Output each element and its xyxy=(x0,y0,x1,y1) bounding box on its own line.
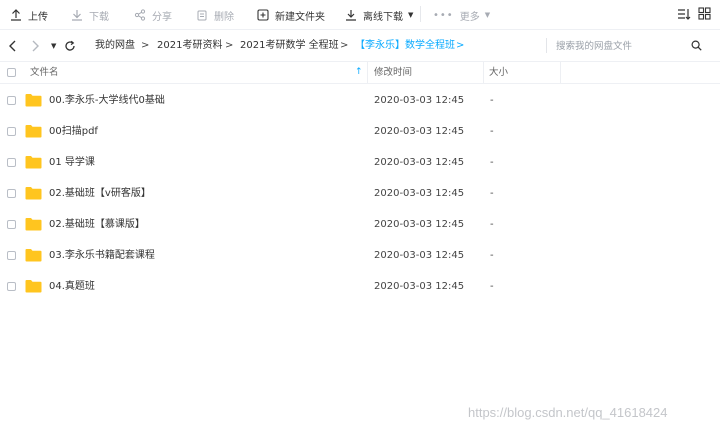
new-folder-label: 新建文件夹 xyxy=(275,11,325,23)
search-divider xyxy=(546,38,547,53)
chevron-down-icon: ▼ xyxy=(408,11,414,19)
more-label: 更多 xyxy=(459,11,480,23)
row-checkbox[interactable] xyxy=(7,220,16,229)
more-icon: ••• xyxy=(433,9,454,21)
file-name[interactable]: 00扫描pdf xyxy=(49,116,98,147)
new-folder-button[interactable]: 新建文件夹 xyxy=(257,0,325,30)
table-row[interactable]: 03.李永乐书籍配套课程 2020-03-03 12:45 - xyxy=(0,240,720,271)
breadcrumb-separator: > xyxy=(340,40,349,51)
download-icon xyxy=(71,9,83,21)
search-input[interactable] xyxy=(554,37,688,55)
file-size: - xyxy=(490,157,494,168)
table-row[interactable]: 02.基础班【v研客版】 2020-03-03 12:45 - xyxy=(0,178,720,209)
more-button[interactable]: ••• 更多 ▼ xyxy=(433,0,490,30)
column-divider[interactable] xyxy=(483,62,484,83)
breadcrumb-current: 【李永乐】数学全程班 xyxy=(355,40,455,51)
column-divider[interactable] xyxy=(367,62,368,83)
file-name[interactable]: 01 导学课 xyxy=(49,147,95,178)
watermark-text: https://blog.csdn.net/qq_41618424 xyxy=(468,405,668,420)
upload-label: 上传 xyxy=(28,11,48,23)
file-name[interactable]: 02.基础班【v研客版】 xyxy=(49,178,151,209)
sort-ascending-icon[interactable]: ↑ xyxy=(355,62,363,83)
folder-icon xyxy=(25,124,42,141)
offline-download-label: 离线下载 xyxy=(363,11,403,23)
table-row[interactable]: 00扫描pdf 2020-03-03 12:45 - xyxy=(0,116,720,147)
file-size: - xyxy=(490,188,494,199)
select-all-checkbox[interactable] xyxy=(7,68,16,77)
toolbar-divider xyxy=(420,6,421,22)
breadcrumb-separator: > xyxy=(141,40,150,51)
row-checkbox[interactable] xyxy=(7,96,16,105)
offline-download-icon xyxy=(345,9,357,21)
file-name[interactable]: 00.李永乐-大学线代0基础 xyxy=(49,85,165,116)
delete-button[interactable]: 删除 xyxy=(196,0,234,30)
file-size: - xyxy=(490,219,494,230)
modified-time: 2020-03-03 12:45 xyxy=(374,95,465,106)
modified-time: 2020-03-03 12:45 xyxy=(374,250,465,261)
breadcrumb-separator: > xyxy=(456,40,465,51)
modified-time: 2020-03-03 12:45 xyxy=(374,281,465,292)
search-icon[interactable] xyxy=(691,30,702,61)
share-icon xyxy=(134,9,146,21)
row-checkbox[interactable] xyxy=(7,189,16,198)
upload-button[interactable]: 上传 xyxy=(10,0,48,30)
grid-view-icon[interactable] xyxy=(698,7,711,23)
file-size: - xyxy=(490,95,494,106)
navigation-bar: ▼ 我的网盘 > 2021考研资料 > 2021考研数学 全程班 > 【李永乐】… xyxy=(0,30,720,62)
file-size: - xyxy=(490,126,494,137)
table-row[interactable]: 00.李永乐-大学线代0基础 2020-03-03 12:45 - xyxy=(0,85,720,116)
history-dropdown-icon[interactable]: ▼ xyxy=(51,30,56,61)
column-header-modified[interactable]: 修改时间 xyxy=(374,62,412,83)
folder-icon xyxy=(25,93,42,110)
breadcrumb-item[interactable]: 2021考研资料 xyxy=(157,30,222,61)
folder-icon xyxy=(25,155,42,172)
delete-icon xyxy=(196,9,208,21)
forward-icon[interactable] xyxy=(30,30,40,61)
share-button[interactable]: 分享 xyxy=(134,0,172,30)
table-row[interactable]: 04.真题班 2020-03-03 12:45 - xyxy=(0,271,720,302)
folder-icon xyxy=(25,279,42,296)
toolbar: 上传 下载 分享 删除 新建文件夹 离线下载 ▼ ••• 更多 ▼ xyxy=(0,0,720,30)
download-button[interactable]: 下载 xyxy=(71,0,109,30)
sort-icon[interactable] xyxy=(677,7,691,24)
folder-icon xyxy=(25,217,42,234)
file-name[interactable]: 04.真题班 xyxy=(49,271,95,302)
file-size: - xyxy=(490,281,494,292)
table-row[interactable]: 02.基础班【慕课版】 2020-03-03 12:45 - xyxy=(0,209,720,240)
breadcrumb-separator: > xyxy=(225,40,234,51)
row-checkbox[interactable] xyxy=(7,251,16,260)
modified-time: 2020-03-03 12:45 xyxy=(374,126,465,137)
row-checkbox[interactable] xyxy=(7,158,16,167)
table-row[interactable]: 01 导学课 2020-03-03 12:45 - xyxy=(0,147,720,178)
offline-download-button[interactable]: 离线下载 ▼ xyxy=(345,0,413,30)
file-size: - xyxy=(490,250,494,261)
file-name[interactable]: 03.李永乐书籍配套课程 xyxy=(49,240,155,271)
refresh-icon[interactable] xyxy=(64,30,76,61)
column-divider[interactable] xyxy=(560,62,561,83)
breadcrumb-item[interactable]: 我的网盘 xyxy=(95,30,135,61)
share-label: 分享 xyxy=(152,11,172,23)
folder-icon xyxy=(25,186,42,203)
row-checkbox[interactable] xyxy=(7,127,16,136)
modified-time: 2020-03-03 12:45 xyxy=(374,188,465,199)
back-icon[interactable] xyxy=(8,30,18,61)
new-folder-icon xyxy=(257,9,269,21)
breadcrumb-item[interactable]: 2021考研数学 全程班 xyxy=(240,30,339,61)
folder-icon xyxy=(25,248,42,265)
upload-icon xyxy=(10,9,22,21)
modified-time: 2020-03-03 12:45 xyxy=(374,219,465,230)
download-label: 下载 xyxy=(89,11,109,23)
row-checkbox[interactable] xyxy=(7,282,16,291)
file-name[interactable]: 02.基础班【慕课版】 xyxy=(49,209,145,240)
modified-time: 2020-03-03 12:45 xyxy=(374,157,465,168)
delete-label: 删除 xyxy=(214,11,234,23)
file-list-header: 文件名 ↑ 修改时间 大小 xyxy=(0,62,720,84)
column-header-name[interactable]: 文件名 xyxy=(30,62,59,83)
column-header-size[interactable]: 大小 xyxy=(489,62,508,83)
chevron-down-icon: ▼ xyxy=(484,11,491,19)
